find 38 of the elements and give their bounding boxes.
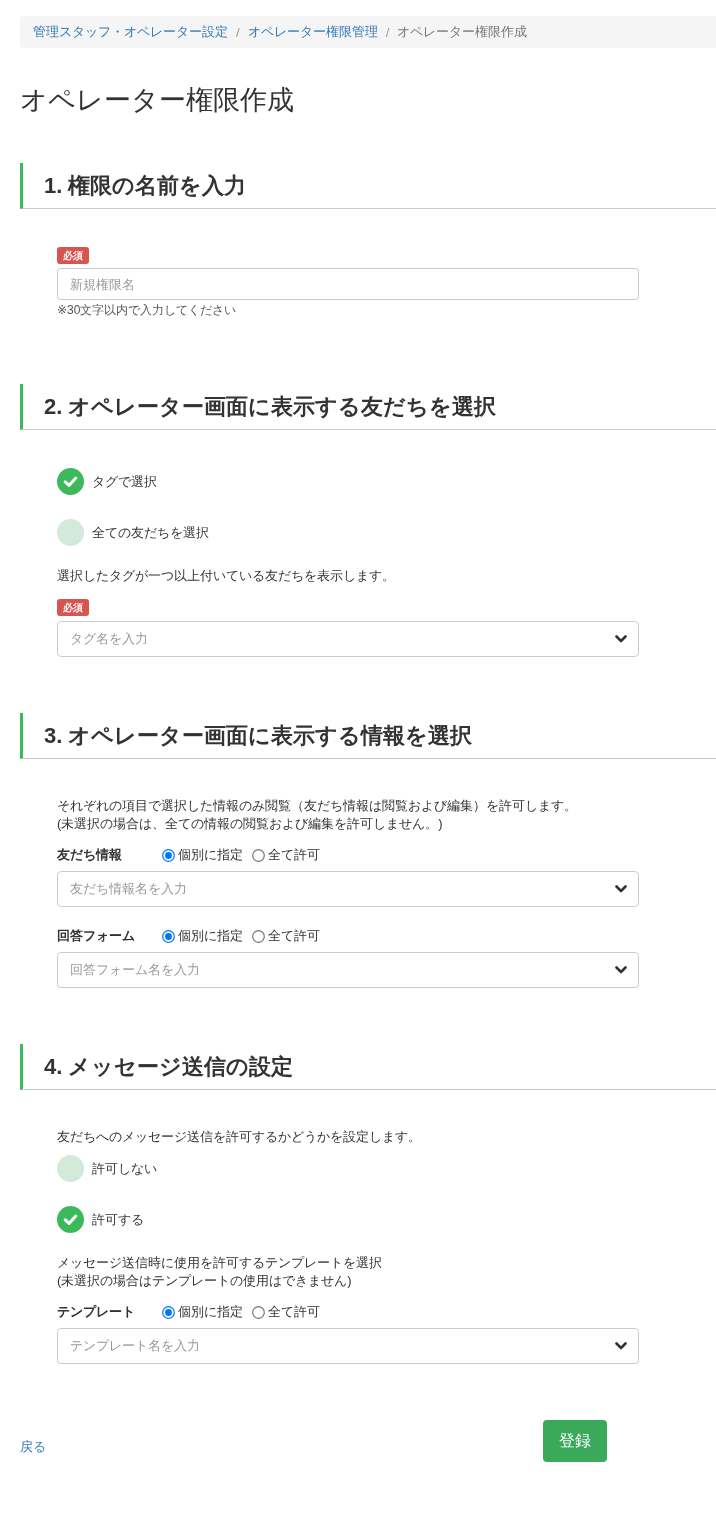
description-text: 友だちへのメッセージ送信を許可するかどうかを設定します。 [57,1128,422,1146]
radio-option[interactable]: 個別に指定 [162,1303,243,1321]
field-label: テンプレート [57,1303,136,1321]
radio-option[interactable]: 全ての友だちを選択 [57,519,209,546]
description-text: メッセージ送信時に使用を許可するテンプレートを選択 [57,1254,383,1272]
hint-text: ※30文字以内で入力してください [57,303,237,318]
breadcrumb-link[interactable]: 管理スタッフ・オペレーター設定 [33,23,228,41]
required-badge: 必須 [57,247,89,264]
chevron-down-icon [615,966,627,974]
required-badge: 必須 [57,599,89,616]
description-text: それぞれの項目で選択した情報のみ閲覧（友だち情報は閲覧および編集）を許可します。 [57,797,578,815]
radio-option[interactable]: タグで選択 [57,468,157,495]
breadcrumb-separator: / [235,24,241,40]
description-text: (未選択の場合は、全ての情報の閲覧および編集を許可しません。) [57,815,444,833]
radio-option[interactable]: 全て許可 [252,1303,320,1321]
text-input-field[interactable]: 新規権限名 [57,268,639,300]
back-link[interactable]: 戻る [20,1438,46,1462]
chevron-down-icon [615,1342,627,1350]
description-text: (未選択の場合はテンプレートの使用はできません) [57,1272,353,1290]
section-heading: 2. オペレーター画面に表示する友だちを選択 [20,384,716,430]
chevron-down-icon [615,885,627,893]
breadcrumb-link[interactable]: オペレーター権限管理 [247,23,378,41]
field-label: 友だち情報 [57,846,123,864]
page-title: オペレーター権限作成 [20,85,295,115]
section-heading: 4. メッセージ送信の設定 [20,1044,716,1090]
radio-option[interactable]: 許可する [57,1206,144,1233]
chevron-down-icon [615,635,627,643]
radio-option[interactable]: 全て許可 [252,846,320,864]
radio-option[interactable]: 許可しない [57,1155,157,1182]
breadcrumb-separator: / [384,24,391,40]
radio-option[interactable]: 全て許可 [252,927,320,945]
radio-option[interactable]: 個別に指定 [162,927,243,945]
breadcrumb-current: オペレーター権限作成 [397,23,528,41]
description-text: 選択したタグが一つ以上付いている友だちを表示します。 [57,567,396,585]
section-heading: 3. オペレーター画面に表示する情報を選択 [20,713,716,759]
field-label: 回答フォーム [57,927,136,945]
radio-option[interactable]: 個別に指定 [162,846,243,864]
section-heading: 1. 権限の名前を入力 [20,163,716,209]
